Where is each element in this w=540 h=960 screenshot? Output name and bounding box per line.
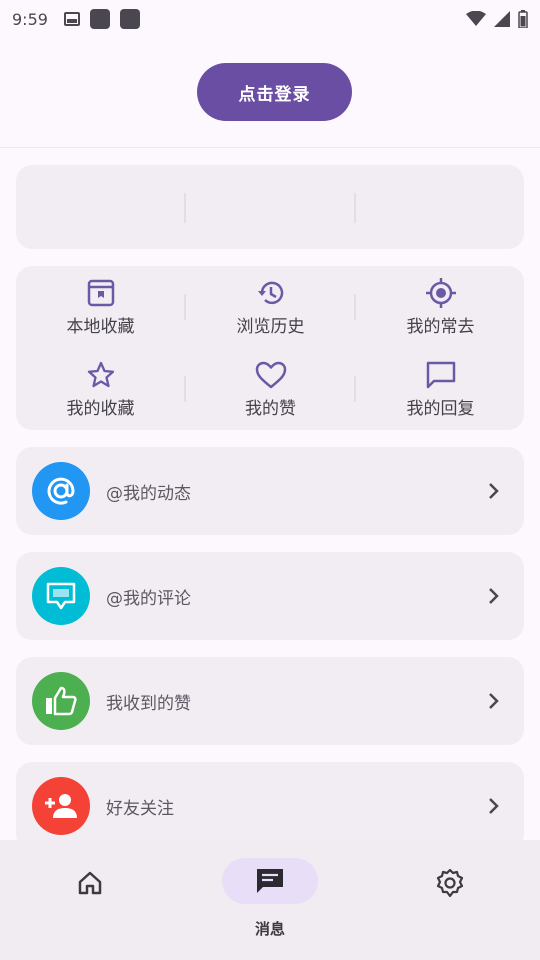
bottom-navigation: 消息 <box>0 840 540 960</box>
grid-item-label: 我的常去 <box>406 317 475 337</box>
grid-item-label: 我的收藏 <box>66 399 135 419</box>
comment-bubble-icon <box>32 567 90 625</box>
chevron-right-icon <box>488 587 500 605</box>
app-square-icon <box>119 9 140 29</box>
list-item-label: 好友关注 <box>106 798 174 819</box>
battery-icon <box>518 10 528 28</box>
wifi-icon <box>466 11 486 26</box>
grid-item-my-favorites[interactable]: 我的收藏 <box>16 358 185 428</box>
grid-item-history[interactable]: 浏览历史 <box>186 276 355 346</box>
message-icon <box>222 858 318 904</box>
list-item-at-my-comments[interactable]: @我的评论 <box>16 552 524 640</box>
heart-icon <box>254 358 288 392</box>
grid-item-label: 本地收藏 <box>66 317 135 337</box>
grid-item-my-replies[interactable]: 我的回复 <box>356 358 525 428</box>
grid-item-local-favorites[interactable]: 本地收藏 <box>16 276 185 346</box>
login-button[interactable]: 点击登录 <box>197 63 352 121</box>
status-bar: 9:59 <box>0 0 540 38</box>
local-favorite-icon <box>84 276 118 310</box>
grid-item-label: 我的赞 <box>245 399 296 419</box>
comment-icon <box>424 358 458 392</box>
chevron-right-icon <box>488 482 500 500</box>
profile-header: 点击登录 <box>0 38 540 148</box>
star-icon <box>84 358 118 392</box>
chevron-right-icon <box>488 692 500 710</box>
list-item-friend-follows[interactable]: 好友关注 <box>16 762 524 850</box>
location-target-icon <box>424 276 458 310</box>
grid-item-my-likes[interactable]: 我的赞 <box>186 358 355 428</box>
list-item-label: 我收到的赞 <box>106 693 191 714</box>
status-time: 9:59 <box>12 9 48 29</box>
list-item-label: @我的动态 <box>106 483 191 504</box>
grid-item-frequent-places[interactable]: 我的常去 <box>356 276 525 346</box>
settings-icon <box>402 860 498 906</box>
nav-item-settings[interactable] <box>402 860 498 906</box>
stats-card <box>16 165 524 249</box>
divider <box>184 193 186 223</box>
app-square-icon <box>89 9 110 29</box>
person-add-icon <box>32 777 90 835</box>
signal-icon <box>494 11 510 27</box>
quick-access-grid: 本地收藏 浏览历史 我的常去 我的收藏 我的赞 我的回复 <box>16 266 524 430</box>
at-icon <box>32 462 90 520</box>
list-item-label: @我的评论 <box>106 588 191 609</box>
history-icon <box>254 276 288 310</box>
thumb-up-icon <box>32 672 90 730</box>
nav-label-messages: 消息 <box>254 920 285 938</box>
nav-item-messages[interactable]: 消息 <box>222 858 318 939</box>
divider <box>354 193 356 223</box>
list-item-likes-received[interactable]: 我收到的赞 <box>16 657 524 745</box>
list-item-at-my-posts[interactable]: @我的动态 <box>16 447 524 535</box>
grid-item-label: 我的回复 <box>406 399 475 419</box>
grid-item-label: 浏览历史 <box>236 317 305 337</box>
home-icon <box>42 860 138 906</box>
image-icon <box>63 12 80 26</box>
nav-item-home[interactable] <box>42 860 138 906</box>
chevron-right-icon <box>488 797 500 815</box>
